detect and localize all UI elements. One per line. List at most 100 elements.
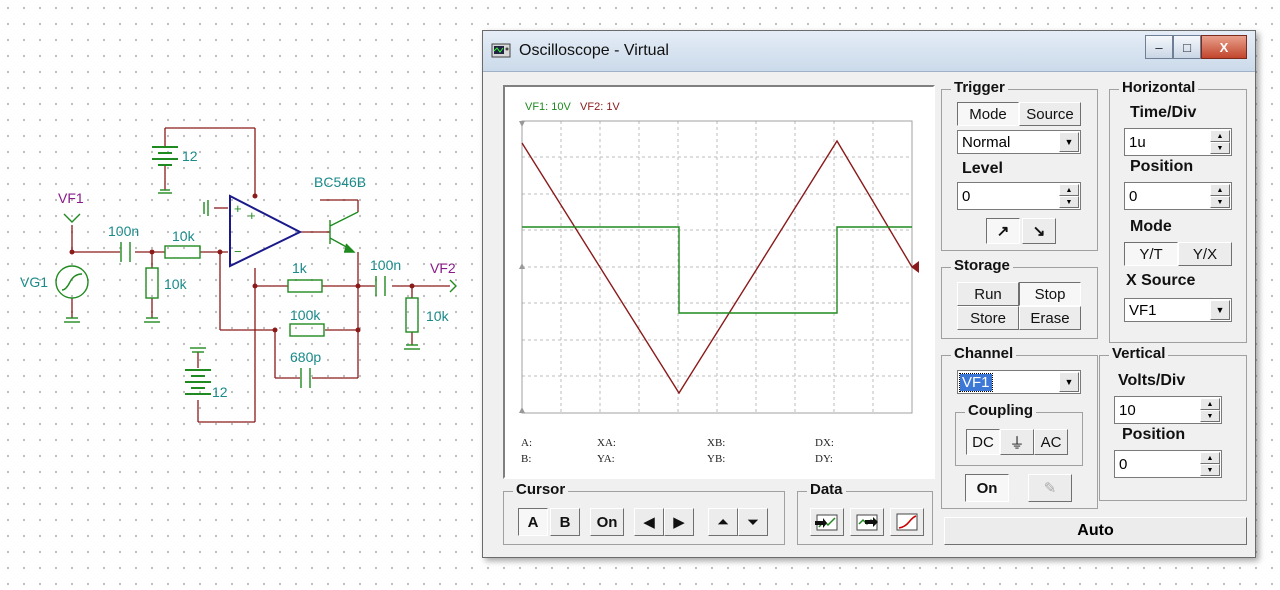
- oscilloscope-app-icon: [491, 43, 511, 58]
- trigger-source-button[interactable]: Source: [1019, 102, 1081, 126]
- cursor-a-readout: A:: [521, 437, 532, 449]
- export-data-button[interactable]: [810, 508, 844, 536]
- timediv-label: Time/Div: [1130, 104, 1197, 121]
- auto-button[interactable]: Auto: [944, 517, 1247, 545]
- label-battery-bottom: 12: [212, 384, 228, 400]
- horizontal-position-label: Position: [1130, 158, 1194, 175]
- data-group: Data: [797, 481, 933, 545]
- storage-group: Storage Run Stop Store Erase: [941, 257, 1098, 339]
- minimize-button[interactable]: –: [1145, 35, 1173, 59]
- channel-select[interactable]: VF1 ▼: [957, 370, 1081, 394]
- cursor-a-button[interactable]: A: [518, 508, 548, 536]
- close-button[interactable]: X: [1201, 35, 1247, 59]
- spin-down-icon[interactable]: ▼: [1200, 464, 1220, 476]
- vertical-title: Vertical: [1109, 345, 1169, 362]
- circuit-schematic: + − + VF1 VF2 VG1 12 12 BC546B 100n 10k 1…: [20, 127, 457, 423]
- xsource-select[interactable]: VF1 ▼: [1124, 298, 1232, 322]
- channel-value: VF1: [959, 373, 993, 392]
- left-marker-mid: [519, 263, 525, 269]
- dy-readout: DY:: [815, 453, 833, 465]
- vertical-position-spinner[interactable]: 0 ▲ ▼: [1114, 450, 1222, 478]
- spin-down-icon[interactable]: ▼: [1210, 142, 1230, 154]
- horizontal-group: Horizontal Time/Div 1u ▲ ▼ Position 0 ▲ ▼ …: [1109, 79, 1247, 343]
- label-c-out: 100n: [370, 257, 401, 273]
- run-button[interactable]: Run: [957, 282, 1019, 306]
- spin-down-icon[interactable]: ▼: [1200, 410, 1220, 422]
- storage-title: Storage: [951, 257, 1013, 274]
- label-r-load: 10k: [426, 308, 450, 324]
- oscilloscope-window: Oscilloscope - Virtual – □ X VF1: 10V VF…: [482, 30, 1256, 558]
- label-r-fb1: 1k: [292, 260, 308, 276]
- spin-up-icon[interactable]: ▲: [1210, 130, 1230, 142]
- vf1-trace: [522, 226, 912, 314]
- chevron-down-icon: ▼: [1059, 372, 1079, 392]
- voltsdiv-value: 10: [1119, 402, 1136, 419]
- falling-edge-button[interactable]: ↘: [1022, 218, 1056, 244]
- cursor-right-button[interactable]: ▶: [664, 508, 694, 536]
- scope-display[interactable]: VF1: 10V VF2: 1V A: B: XA: YA: XB: YB: D…: [503, 85, 935, 479]
- label-vf2: VF2: [430, 260, 456, 276]
- voltsdiv-label: Volts/Div: [1118, 372, 1186, 389]
- coupling-title: Coupling: [965, 402, 1036, 419]
- svg-text:+: +: [234, 201, 242, 216]
- label-c-fb: 680p: [290, 349, 321, 365]
- vertical-group: Vertical Volts/Div 10 ▲ ▼ Position 0 ▲ ▼: [1099, 345, 1247, 501]
- label-r-fb2: 100k: [290, 307, 321, 323]
- xb-readout: XB:: [707, 437, 726, 449]
- vertical-position-label: Position: [1122, 426, 1186, 443]
- label-c-in: 100n: [108, 223, 139, 239]
- trigger-level-value: 0: [962, 188, 971, 205]
- rising-edge-button[interactable]: ↗: [986, 218, 1020, 244]
- trigger-mode-select[interactable]: Normal ▼: [957, 130, 1081, 154]
- spin-down-icon[interactable]: ▼: [1059, 196, 1079, 208]
- probe-pen-button[interactable]: ✎: [1028, 474, 1072, 502]
- trigger-title: Trigger: [951, 79, 1008, 96]
- voltsdiv-spinner[interactable]: 10 ▲ ▼: [1114, 396, 1222, 424]
- diagram-button[interactable]: [890, 508, 924, 536]
- label-transistor: BC546B: [314, 174, 366, 190]
- spin-up-icon[interactable]: ▲: [1059, 184, 1079, 196]
- label-r-shunt: 10k: [164, 276, 188, 292]
- erase-button[interactable]: Erase: [1019, 306, 1081, 330]
- channel-on-button[interactable]: On: [965, 474, 1009, 502]
- spin-up-icon[interactable]: ▲: [1210, 184, 1230, 196]
- store-button[interactable]: Store: [957, 306, 1019, 330]
- window-title: Oscilloscope - Virtual: [519, 42, 669, 59]
- horizontal-mode-label: Mode: [1130, 218, 1172, 235]
- coupling-group: Coupling DC ⏚ AC: [955, 402, 1083, 466]
- maximize-button[interactable]: □: [1173, 35, 1201, 59]
- trigger-mode-button[interactable]: Mode: [957, 102, 1019, 126]
- spin-down-icon[interactable]: ▼: [1210, 196, 1230, 208]
- cursor-up-button[interactable]: ⏶: [708, 508, 738, 536]
- cursor-b-button[interactable]: B: [550, 508, 580, 536]
- dc-coupling-button[interactable]: DC: [966, 429, 1000, 455]
- ground-coupling-button[interactable]: ⏚: [1000, 429, 1034, 455]
- ac-coupling-button[interactable]: AC: [1034, 429, 1068, 455]
- spin-up-icon[interactable]: ▲: [1200, 398, 1220, 410]
- rising-edge-icon: ↗: [996, 223, 1010, 240]
- svg-text:+: +: [248, 208, 256, 223]
- label-vg1: VG1: [20, 274, 48, 290]
- left-marker-top: [519, 121, 525, 127]
- label-vf1: VF1: [58, 190, 84, 206]
- cursor-b-readout: B:: [521, 453, 532, 465]
- yx-mode-button[interactable]: Y/X: [1178, 242, 1232, 266]
- xsource-value: VF1: [1129, 302, 1157, 319]
- cursor-down-button[interactable]: ⏷: [738, 508, 768, 536]
- label-battery-top: 12: [182, 148, 198, 164]
- yt-mode-button[interactable]: Y/T: [1124, 242, 1178, 266]
- horizontal-position-spinner[interactable]: 0 ▲ ▼: [1124, 182, 1232, 210]
- timediv-spinner[interactable]: 1u ▲ ▼: [1124, 128, 1232, 156]
- stop-button[interactable]: Stop: [1019, 282, 1081, 306]
- triangle-right-icon: ▶: [673, 514, 685, 531]
- svg-text:−: −: [234, 244, 242, 259]
- cursor-left-button[interactable]: ◀: [634, 508, 664, 536]
- title-bar[interactable]: Oscilloscope - Virtual – □ X: [483, 31, 1255, 72]
- channel-title: Channel: [951, 345, 1017, 362]
- spin-up-icon[interactable]: ▲: [1200, 452, 1220, 464]
- import-data-button[interactable]: [850, 508, 884, 536]
- cursor-on-button[interactable]: On: [590, 508, 624, 536]
- left-marker-bottom: [519, 407, 525, 413]
- export-chart-icon: [815, 514, 838, 531]
- trigger-level-spinner[interactable]: 0 ▲ ▼: [957, 182, 1081, 210]
